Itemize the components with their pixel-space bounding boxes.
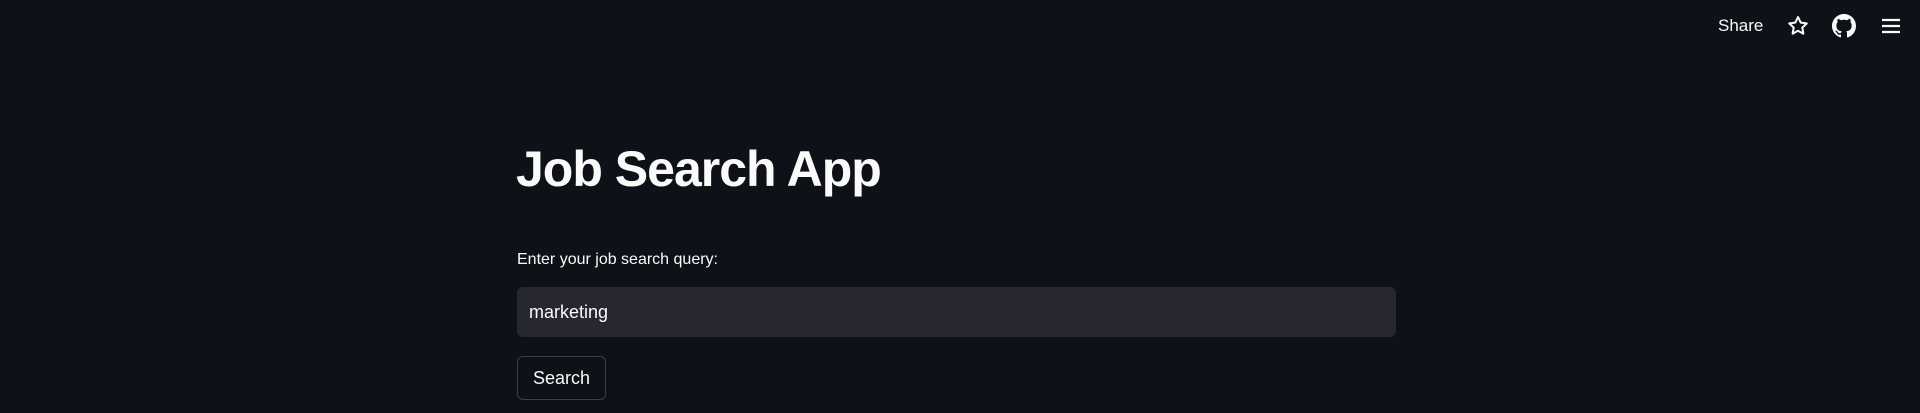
hamburger-menu-icon[interactable] [1879,14,1903,38]
github-icon[interactable] [1832,14,1856,38]
top-header: Share [0,0,1920,56]
query-label: Enter your job search query: [517,251,718,268]
page-title: Job Search App [516,141,882,197]
search-button[interactable]: Search [517,356,606,400]
job-search-input[interactable] [517,287,1396,337]
star-icon[interactable] [1786,14,1810,38]
share-button[interactable]: Share [1718,16,1763,36]
